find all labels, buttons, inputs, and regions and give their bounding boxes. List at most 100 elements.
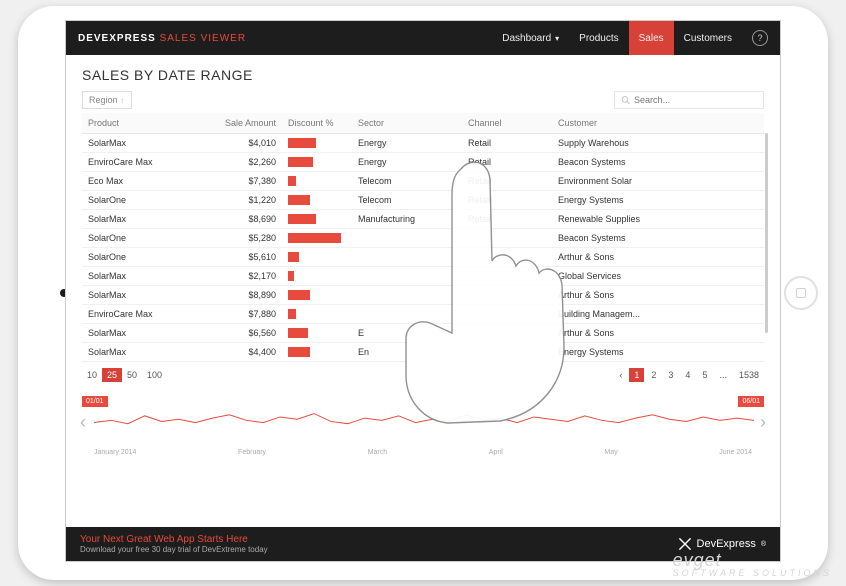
- table-row[interactable]: SolarMax$8,890Arthur & Sons: [82, 286, 764, 305]
- col-product[interactable]: Product: [82, 113, 202, 134]
- cell-amount: $8,890: [202, 286, 282, 305]
- nav-customers[interactable]: Customers: [674, 21, 742, 55]
- sales-table: Product Sale Amount Discount % Sector Ch…: [82, 113, 764, 362]
- cell-customer: Beacon Systems: [552, 153, 764, 172]
- table-row[interactable]: SolarOne$5,610Arthur & Sons: [82, 248, 764, 267]
- cell-product: SolarOne: [82, 248, 202, 267]
- cell-product: SolarMax: [82, 286, 202, 305]
- cell-customer: Building Managem...: [552, 305, 764, 324]
- cell-sector: Telecom: [352, 172, 462, 191]
- cell-discount: [282, 305, 352, 324]
- cell-amount: $2,260: [202, 153, 282, 172]
- cell-sector: Energy: [352, 134, 462, 153]
- cell-channel: [462, 324, 552, 343]
- month-label: March: [368, 449, 387, 456]
- table-row[interactable]: SolarMax$6,560EArthur & Sons: [82, 324, 764, 343]
- cell-product: SolarMax: [82, 267, 202, 286]
- cell-customer: Arthur & Sons: [552, 248, 764, 267]
- cell-channel: [462, 286, 552, 305]
- page-...[interactable]: ...: [714, 368, 732, 382]
- table-row[interactable]: SolarMax$4,010EnergyRetailSupply Warehou…: [82, 134, 764, 153]
- table-row[interactable]: EnviroCare Max$2,260EnergyRetailBeacon S…: [82, 153, 764, 172]
- col-sector[interactable]: Sector: [352, 113, 462, 134]
- content: SALES BY DATE RANGE Region ↑ Product: [66, 55, 780, 456]
- nav-products[interactable]: Products: [569, 21, 628, 55]
- table-row[interactable]: SolarMax$8,690ManufacturingRetailRenewab…: [82, 210, 764, 229]
- cell-amount: $2,170: [202, 267, 282, 286]
- cell-product: SolarMax: [82, 210, 202, 229]
- cell-amount: $6,560: [202, 324, 282, 343]
- cell-amount: $4,010: [202, 134, 282, 153]
- cell-customer: Renewable Supplies: [552, 210, 764, 229]
- cell-discount: [282, 343, 352, 362]
- cell-sector: [352, 305, 462, 324]
- cell-sector: En: [352, 343, 462, 362]
- cell-product: EnviroCare Max: [82, 153, 202, 172]
- page-2[interactable]: 2: [646, 368, 661, 382]
- nav-sales[interactable]: Sales: [629, 21, 674, 55]
- table-row[interactable]: SolarOne$5,280Beacon Systems: [82, 229, 764, 248]
- help-button[interactable]: ?: [752, 30, 768, 46]
- table-row[interactable]: SolarMax$4,400EnEnergy Systems: [82, 343, 764, 362]
- cell-product: EnviroCare Max: [82, 305, 202, 324]
- cell-product: SolarOne: [82, 191, 202, 210]
- search-input[interactable]: [634, 95, 757, 105]
- range-end-badge[interactable]: 06/01: [738, 396, 764, 407]
- cell-channel: Retail: [462, 172, 552, 191]
- table-row[interactable]: SolarMax$2,170Global Services: [82, 267, 764, 286]
- search-box[interactable]: [614, 91, 764, 109]
- cell-product: SolarMax: [82, 324, 202, 343]
- table-row[interactable]: SolarOne$1,220TelecomRetailEnergy System…: [82, 191, 764, 210]
- cell-sector: [352, 248, 462, 267]
- home-button[interactable]: [784, 276, 818, 310]
- col-discount[interactable]: Discount %: [282, 113, 352, 134]
- cell-sector: Manufacturing: [352, 210, 462, 229]
- cell-amount: $1,220: [202, 191, 282, 210]
- page-size-100[interactable]: 100: [142, 368, 167, 382]
- col-channel[interactable]: Channel: [462, 113, 552, 134]
- page-4[interactable]: 4: [680, 368, 695, 382]
- page-5[interactable]: 5: [697, 368, 712, 382]
- cell-product: SolarMax: [82, 343, 202, 362]
- col-customer[interactable]: Customer: [552, 113, 764, 134]
- page-3[interactable]: 3: [663, 368, 678, 382]
- cell-channel: Retail: [462, 191, 552, 210]
- cell-discount: [282, 153, 352, 172]
- table-row[interactable]: Eco Max$7,380TelecomRetailEnvironment So…: [82, 172, 764, 191]
- cell-discount: [282, 324, 352, 343]
- page-size-50[interactable]: 50: [122, 368, 142, 382]
- month-label: June 2014: [719, 449, 752, 456]
- footer: Your Next Great Web App Starts Here Down…: [66, 527, 780, 561]
- chevron-left-icon[interactable]: ‹: [80, 412, 86, 433]
- page-1538[interactable]: 1538: [734, 368, 764, 382]
- chevron-right-icon[interactable]: ›: [760, 412, 766, 433]
- month-label: April: [489, 449, 503, 456]
- page-size-25[interactable]: 25: [102, 368, 122, 382]
- cell-product: SolarOne: [82, 229, 202, 248]
- table-row[interactable]: EnviroCare Max$7,880Building Managem...: [82, 305, 764, 324]
- cell-sector: E: [352, 324, 462, 343]
- col-amount[interactable]: Sale Amount: [202, 113, 282, 134]
- cell-product: SolarMax: [82, 134, 202, 153]
- prev-page[interactable]: ‹: [614, 368, 627, 382]
- sort-asc-icon: ↑: [121, 96, 125, 105]
- cell-discount: [282, 229, 352, 248]
- range-start-badge[interactable]: 01/01: [82, 396, 108, 407]
- nav-dashboard[interactable]: Dashboard▾: [492, 21, 569, 55]
- cell-channel: [462, 343, 552, 362]
- page-size-10[interactable]: 10: [82, 368, 102, 382]
- cell-channel: [462, 229, 552, 248]
- toolbar: Region ↑: [82, 91, 764, 109]
- cell-sector: Telecom: [352, 191, 462, 210]
- cell-amount: $4,400: [202, 343, 282, 362]
- cell-discount: [282, 248, 352, 267]
- cell-amount: $5,280: [202, 229, 282, 248]
- tablet-frame: DEVEXPRESS SALES VIEWER Dashboard▾ Produ…: [18, 6, 828, 580]
- cell-amount: $8,690: [202, 210, 282, 229]
- region-filter-chip[interactable]: Region ↑: [82, 91, 132, 109]
- page-1[interactable]: 1: [629, 368, 644, 382]
- date-range-slider[interactable]: 01/01 06/01 ‹ › January 2014FebruaryMarc…: [82, 396, 764, 456]
- cell-sector: [352, 229, 462, 248]
- search-icon: [621, 95, 630, 105]
- scrollbar[interactable]: [765, 133, 768, 333]
